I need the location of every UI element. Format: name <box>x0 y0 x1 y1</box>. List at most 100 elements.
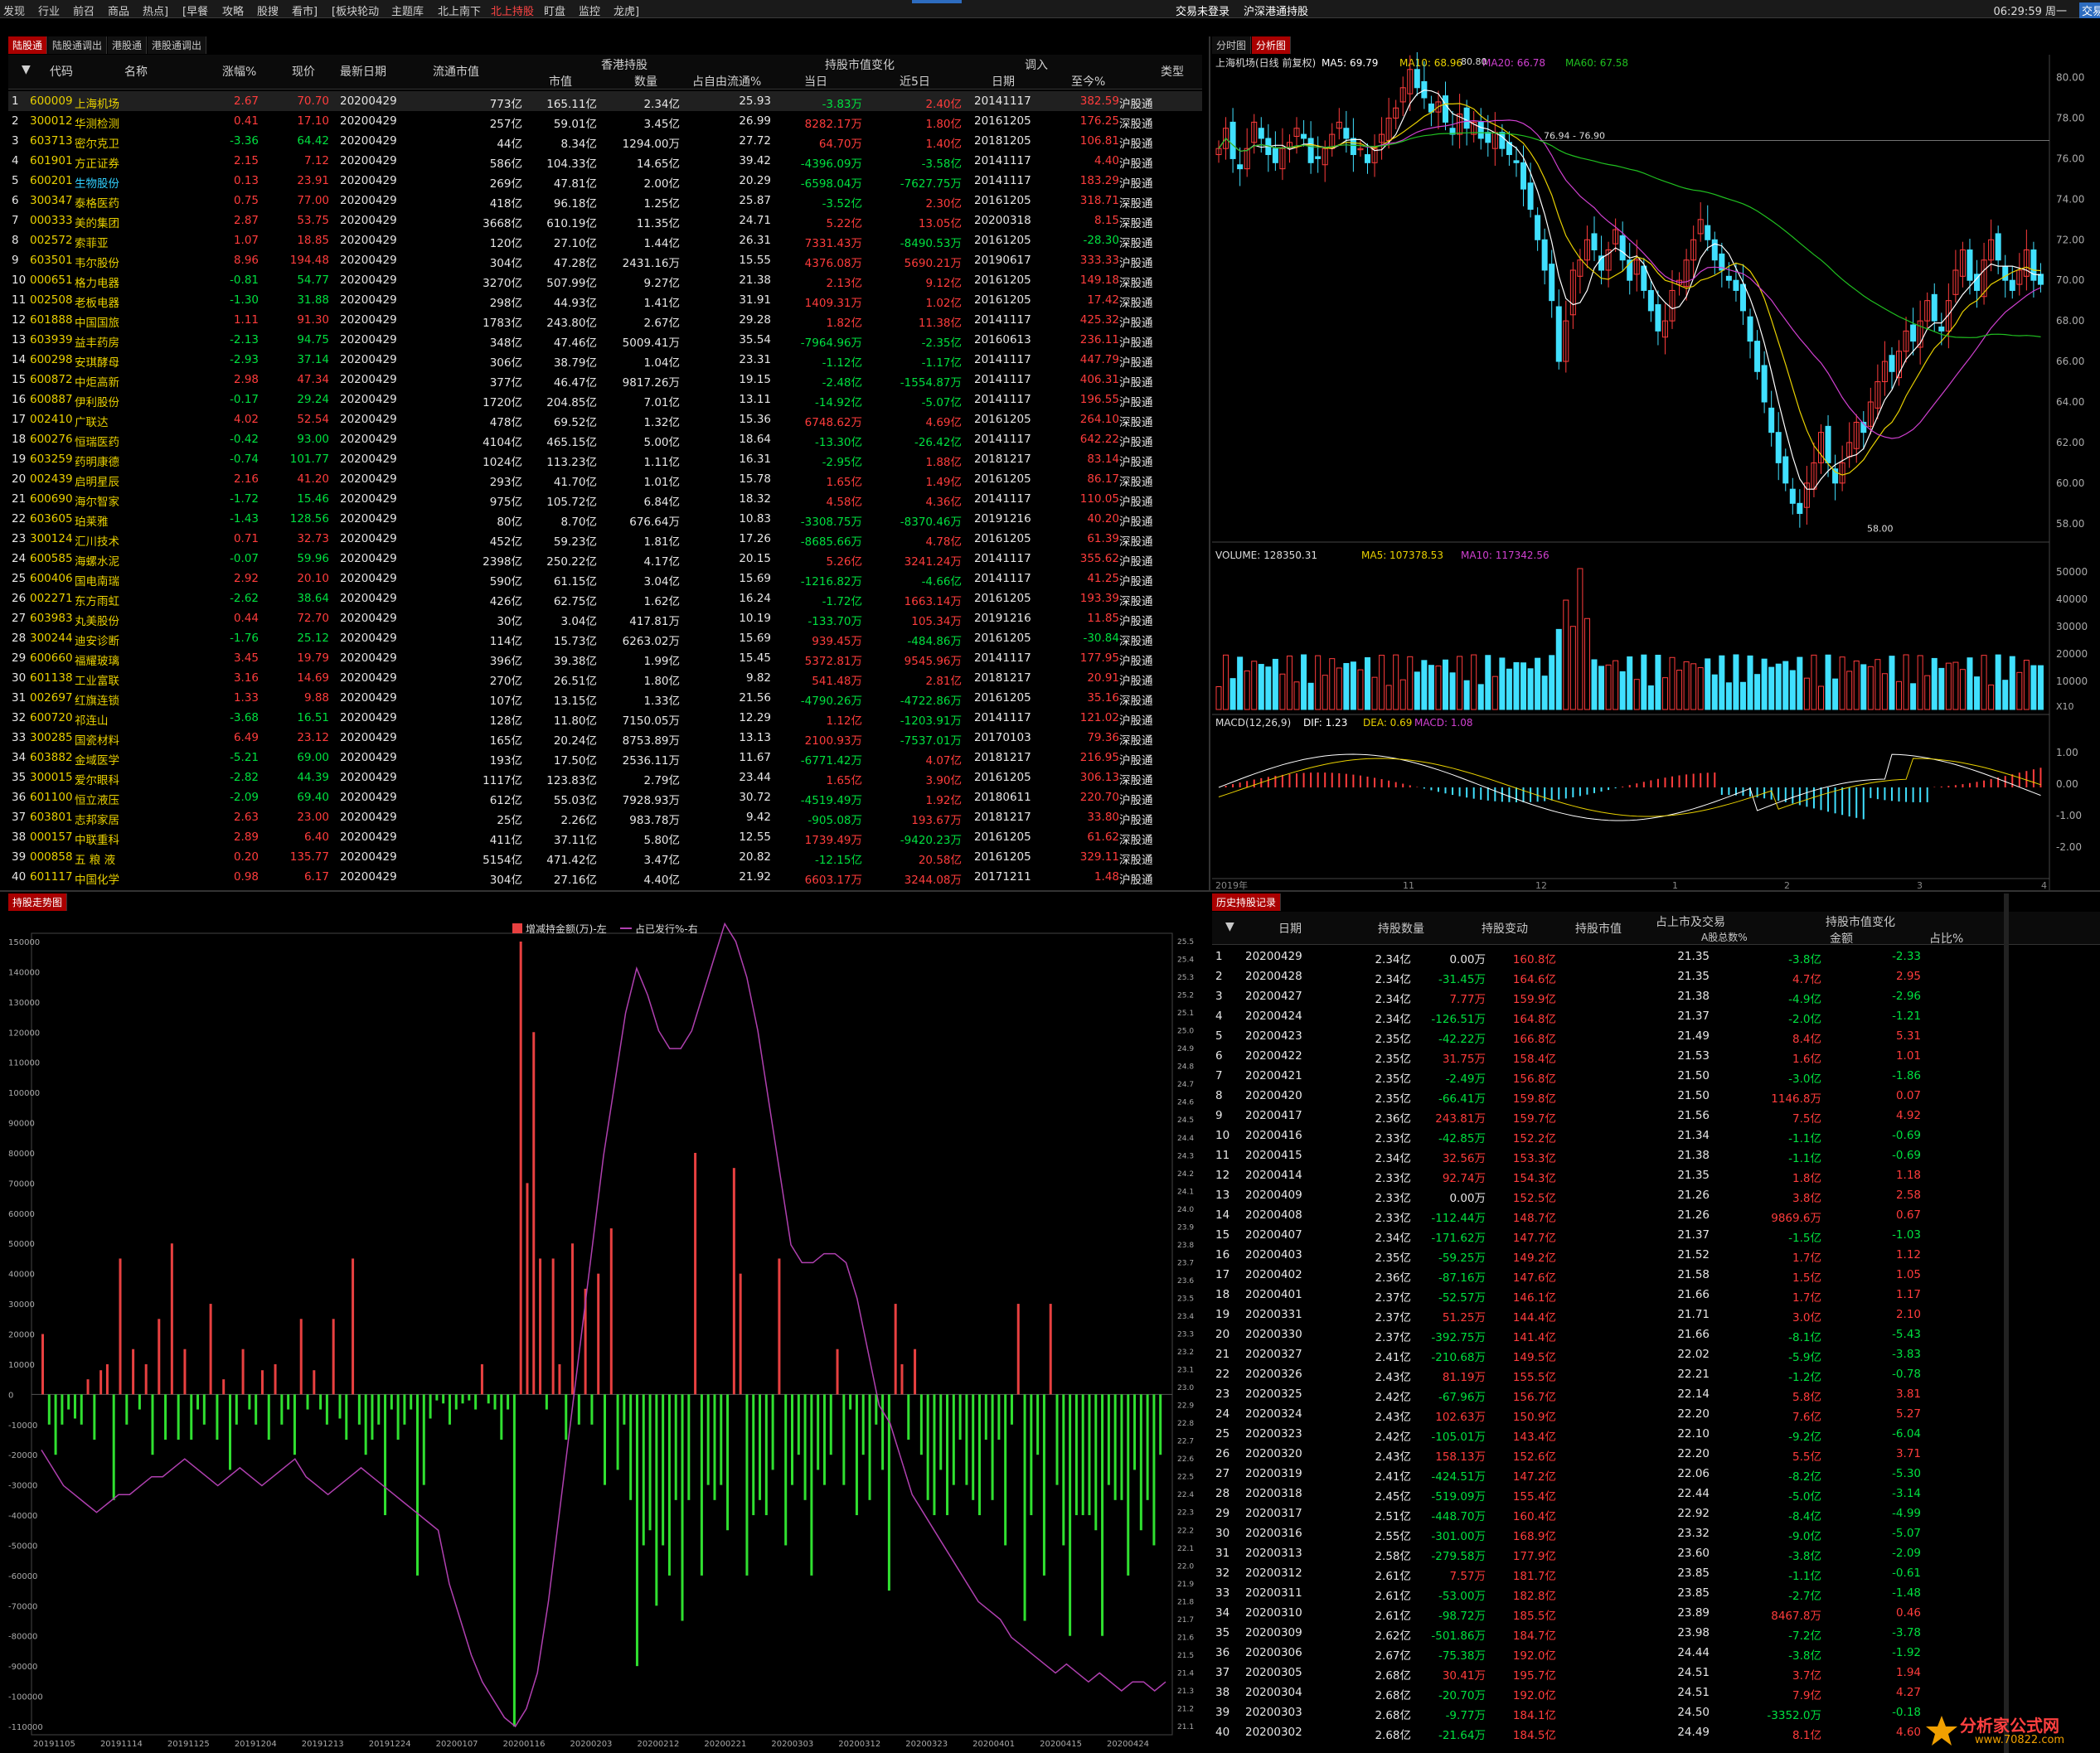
history-scrollbar[interactable] <box>2004 893 2009 1753</box>
table-row[interactable]: 12 601888 中国国旅 1.11 91.30 20200429 1783亿 243.80… <box>8 310 1202 330</box>
history-row[interactable]: 12 20200414 2.33亿 92.74万 154.3亿 21.35 1.8亿 1.18 <box>1212 1165 2100 1185</box>
hcol-value[interactable]: 持股市值 <box>1575 920 1622 937</box>
history-row[interactable]: 10 20200416 2.33亿 -42.85万 152.2亿 21.34 -1.1亿 -0… <box>1212 1126 2100 1145</box>
history-row[interactable]: 4 20200424 2.34亿 -126.51万 164.8亿 21.37 -2.0亿 -1… <box>1212 1006 2100 1026</box>
table-row[interactable]: 29 600660 福耀玻璃 3.45 19.79 20200429 396亿 39.38亿 1… <box>8 648 1202 668</box>
history-row[interactable]: 8 20200420 2.35亿 -66.41万 159.8亿 21.50 1146.8万 0… <box>1212 1086 2100 1106</box>
menu-item-commodity[interactable]: 商品 <box>108 2 129 18</box>
pane-divider[interactable] <box>1209 36 1210 890</box>
col-code[interactable]: 代码 <box>50 63 73 80</box>
history-row[interactable]: 22 20200326 2.43亿 81.19万 155.5亿 22.21 -1.2亿 -0.… <box>1212 1364 2100 1384</box>
history-row[interactable]: 14 20200408 2.33亿 -112.44万 148.7亿 21.26 9869.6… <box>1212 1205 2100 1225</box>
history-row[interactable]: 1 20200429 2.34亿 0.00万 160.8亿 21.35 -3.8亿 -2.33 <box>1212 947 2100 966</box>
menu-item-hotspot[interactable]: 热点] <box>143 2 168 18</box>
table-row[interactable]: 38 000157 中联重科 2.89 6.40 20200429 411亿 37.11亿 5.… <box>8 827 1202 847</box>
table-row[interactable]: 32 600720 祁连山 -3.68 16.51 20200429 128亿 11.80亿 7… <box>8 708 1202 728</box>
table-row[interactable]: 3 603713 密尔克卫 -3.36 64.42 20200429 44亿 8.34亿 129… <box>8 131 1202 151</box>
col-hk-pct[interactable]: 占自由流通% <box>692 73 761 90</box>
history-row[interactable]: 20 20200330 2.37亿 -392.75万 141.4亿 21.66 -8.1亿 -… <box>1212 1324 2100 1344</box>
table-row[interactable]: 35 300015 爱尔眼科 -2.82 44.39 20200429 1117亿 123.8… <box>8 768 1202 787</box>
history-row[interactable]: 26 20200320 2.43亿 158.13万 152.6亿 22.20 5.5亿 3.7… <box>1212 1444 2100 1464</box>
col-since[interactable]: 至今% <box>1071 73 1105 90</box>
menu-item-north-south[interactable]: 北上南下 <box>438 2 481 18</box>
table-row[interactable]: 15 600872 中炬高新 2.98 47.34 20200429 377亿 46.47亿 9… <box>8 370 1202 390</box>
history-row[interactable]: 32 20200312 2.61亿 7.57万 181.7亿 23.85 -1.1亿 -0.6… <box>1212 1563 2100 1583</box>
table-row[interactable]: 24 600585 海螺水泥 -0.07 59.96 20200429 2398亿 250.2… <box>8 549 1202 569</box>
col-hk-qty[interactable]: 数量 <box>634 73 657 90</box>
history-row[interactable]: 31 20200313 2.58亿 -279.58万 177.9亿 23.60 -3.8亿 -… <box>1212 1543 2100 1563</box>
tab-connect-out[interactable]: 陆股通调出 <box>48 36 108 54</box>
history-row[interactable]: 25 20200323 2.42亿 -105.01万 143.4亿 22.10 -9.2亿 -… <box>1212 1424 2100 1444</box>
menu-item-morning[interactable]: [早餐 <box>182 2 208 18</box>
menu-item-monitor[interactable]: 监控 <box>579 2 600 18</box>
table-row[interactable]: 10 000651 格力电器 -0.81 54.77 20200429 3270亿 507.9… <box>8 270 1202 290</box>
table-row[interactable]: 4 601901 方正证券 2.15 7.12 20200429 586亿 104.33亿 14… <box>8 151 1202 171</box>
table-row[interactable]: 27 603983 丸美股份 0.44 72.70 20200429 30亿 3.04亿 417… <box>8 608 1202 628</box>
history-row[interactable]: 34 20200310 2.61亿 -98.72万 185.5亿 23.89 8467.8万… <box>1212 1603 2100 1623</box>
col-price[interactable]: 现价 <box>292 63 315 80</box>
history-row[interactable]: 29 20200317 2.51亿 -448.70万 160.4亿 22.92 -8.4亿 -… <box>1212 1504 2100 1523</box>
history-row[interactable]: 15 20200407 2.34亿 -171.62万 147.7亿 21.37 -1.5亿 -… <box>1212 1225 2100 1245</box>
table-row[interactable]: 20 002439 启明星辰 2.16 41.20 20200429 293亿 41.70亿 1… <box>8 469 1202 489</box>
col-type[interactable]: 类型 <box>1161 63 1184 80</box>
holding-trend-chart[interactable]: 增减持金额(万)-左 占已发行%-右 150000 140000 130000 12000… <box>8 893 1202 1753</box>
hcol-change[interactable]: 持股变动 <box>1482 920 1528 937</box>
table-row[interactable]: 23 300124 汇川技术 0.71 32.73 20200429 452亿 59.23亿 1… <box>8 529 1202 549</box>
table-row[interactable]: 14 600298 安琪酵母 -2.93 37.14 20200429 306亿 38.79亿… <box>8 350 1202 370</box>
menu-item-preview[interactable]: 前召 <box>73 2 95 18</box>
table-row[interactable]: 13 603939 益丰药房 -2.13 94.75 20200429 348亿 47.46亿… <box>8 330 1202 350</box>
trade-button[interactable]: 交易 <box>2079 2 2100 18</box>
col-name[interactable]: 名称 <box>124 63 148 80</box>
history-row[interactable]: 35 20200309 2.62亿 -501.86万 184.7亿 23.98 -7.2亿 -… <box>1212 1623 2100 1643</box>
history-row[interactable]: 38 20200304 2.68亿 -20.70万 192.0亿 24.51 7.9亿 4.2… <box>1212 1683 2100 1702</box>
history-row[interactable]: 11 20200415 2.34亿 32.56万 153.3亿 21.38 -1.1亿 -0.… <box>1212 1145 2100 1165</box>
menu-item-view-market[interactable]: 看市] <box>292 2 318 18</box>
tab-hk-connect[interactable]: 港股通 <box>108 36 148 54</box>
menu-item-watch[interactable]: 盯盘 <box>544 2 565 18</box>
hcol-amount[interactable]: 金额 <box>1830 930 1853 947</box>
table-row[interactable]: 33 300285 国瓷材料 6.49 23.12 20200429 165亿 20.24亿 8… <box>8 728 1202 748</box>
history-row[interactable]: 13 20200409 2.33亿 0.00万 152.5亿 21.26 3.8亿 2.58 <box>1212 1185 2100 1205</box>
table-row[interactable]: 37 603801 志邦家居 2.63 23.00 20200429 25亿 2.26亿 983… <box>8 807 1202 827</box>
history-row[interactable]: 3 20200427 2.34亿 7.77万 159.9亿 21.38 -4.9亿 -2.96 <box>1212 986 2100 1006</box>
col-5d[interactable]: 近5日 <box>900 73 930 90</box>
hcol-ratio[interactable]: 占比% <box>1929 930 1963 947</box>
table-row[interactable]: 9 603501 韦尔股份 8.96 194.48 20200429 304亿 47.28亿 2… <box>8 250 1202 270</box>
tab-hk-connect-out[interactable]: 港股通调出 <box>148 36 207 54</box>
menu-item-north-holding[interactable]: 北上持股 <box>491 2 534 18</box>
hcol-date[interactable]: 日期 <box>1278 920 1302 937</box>
history-row[interactable]: 16 20200403 2.35亿 -59.25万 149.2亿 21.52 1.7亿 1.1… <box>1212 1245 2100 1265</box>
table-row[interactable]: 28 300244 迪安诊断 -1.76 25.12 20200429 114亿 15.73亿… <box>8 628 1202 648</box>
table-row[interactable]: 40 601117 中国化学 0.98 6.17 20200429 304亿 27.16亿 4.… <box>8 867 1202 887</box>
table-row[interactable]: 11 002508 老板电器 -1.30 31.88 20200429 298亿 44.93亿… <box>8 290 1202 310</box>
trade-status[interactable]: 交易未登录 <box>1176 2 1229 18</box>
history-row[interactable]: 17 20200402 2.36亿 -87.16万 147.6亿 21.58 1.5亿 1.0… <box>1212 1265 2100 1285</box>
col-float-cap[interactable]: 流通市值 <box>433 63 479 80</box>
pane-divider-h[interactable] <box>0 890 2100 892</box>
table-row[interactable]: 21 600690 海尔智家 -1.72 15.46 20200429 975亿 105.72… <box>8 489 1202 509</box>
table-row[interactable]: 5 600201 生物股份 0.13 23.91 20200429 269亿 47.81亿 2.… <box>8 171 1202 191</box>
table-row[interactable]: 19 603259 药明康德 -0.74 101.77 20200429 1024亿 113.… <box>8 449 1202 469</box>
table-row[interactable]: 31 002697 红旗连锁 1.33 9.88 20200429 107亿 13.15亿 1.… <box>8 688 1202 708</box>
table-row[interactable]: 39 000858 五 粮 液 0.20 135.77 20200429 5154亿 471.… <box>8 847 1202 867</box>
col-change-pct[interactable]: 涨幅% <box>222 63 256 80</box>
table-row[interactable]: 6 300347 泰格医药 0.75 77.00 20200429 418亿 96.18亿 1.… <box>8 191 1202 211</box>
table-row[interactable]: 36 601100 恒立液压 -2.09 69.40 20200429 612亿 55.03亿… <box>8 787 1202 807</box>
tab-history-records[interactable]: 历史持股记录 <box>1212 893 1282 911</box>
menu-item-strategy[interactable]: 攻略 <box>222 2 244 18</box>
history-sort-icon[interactable]: ▼ <box>1225 920 1234 933</box>
history-row[interactable]: 9 20200417 2.36亿 243.81万 159.7亿 21.56 7.5亿 4.92 <box>1212 1106 2100 1126</box>
history-row[interactable]: 33 20200311 2.61亿 -53.00万 182.8亿 23.85 -2.7亿 -1… <box>1212 1583 2100 1603</box>
col-hk-value[interactable]: 市值 <box>549 73 572 90</box>
table-row[interactable]: 2 300012 华测检测 0.41 17.10 20200429 257亿 59.01亿 3.… <box>8 111 1202 131</box>
menu-item-sector-rotation[interactable]: [板块轮动 <box>332 2 379 18</box>
sort-indicator-icon[interactable]: ▼ <box>22 63 31 76</box>
history-row[interactable]: 21 20200327 2.41亿 -210.68万 149.5亿 22.02 -5.9亿 -… <box>1212 1344 2100 1364</box>
table-row[interactable]: 17 002410 广联达 4.02 52.54 20200429 478亿 69.52亿 1.… <box>8 409 1202 429</box>
table-row[interactable]: 7 000333 美的集团 2.87 53.75 20200429 3668亿 610.19亿… <box>8 211 1202 230</box>
menu-item-industry[interactable]: 行业 <box>38 2 60 18</box>
history-row[interactable]: 37 20200305 2.68亿 30.41万 195.7亿 24.51 3.7亿 1.94 <box>1212 1663 2100 1683</box>
table-row[interactable]: 34 603882 金域医学 -5.21 69.00 20200429 193亿 17.50亿… <box>8 748 1202 768</box>
menu-item-stock-search[interactable]: 股搜 <box>257 2 279 18</box>
table-row[interactable]: 1 600009 上海机场 2.67 70.70 20200429 773亿 165.11亿 2… <box>8 91 1202 111</box>
